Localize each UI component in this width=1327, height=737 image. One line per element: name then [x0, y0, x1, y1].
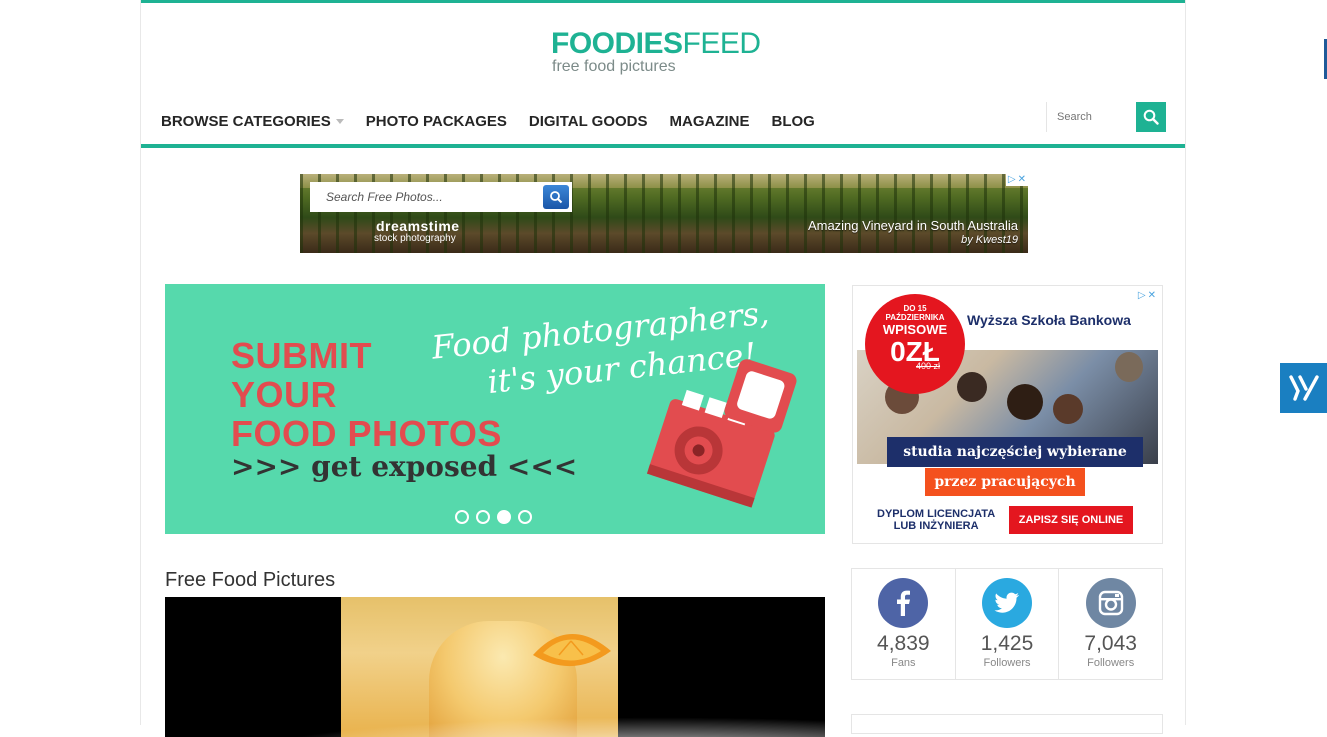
search-input[interactable] — [1046, 102, 1136, 132]
social-twitter[interactable]: 1,425 Followers — [956, 569, 1060, 679]
ad-photo-person — [1115, 352, 1143, 382]
instagram-icon — [1085, 578, 1136, 628]
floating-widget-button[interactable] — [1280, 363, 1327, 413]
badge-top: DO 15 — [903, 304, 927, 313]
camera-illustration — [646, 359, 797, 508]
ad-search-placeholder: Search Free Photos... — [326, 190, 443, 204]
instagram-count: 7,043 — [1084, 632, 1137, 655]
badge-mid: PAŹDZIERNIKA — [885, 313, 945, 322]
nav-label: MAGAZINE — [669, 112, 750, 130]
ad-caption-by: by Kwest19 — [961, 234, 1018, 246]
sidebar-ad-wsb[interactable]: DO 15 PAŹDZIERNIKA WPISOWE 0ZŁ 400 zł Wy… — [852, 285, 1163, 544]
nav-magazine[interactable]: MAGAZINE — [670, 110, 750, 132]
ad-choices[interactable]: ▷ ✕ — [1135, 290, 1158, 302]
adchoices-icon[interactable]: ▷ — [1008, 175, 1016, 185]
search-button[interactable] — [1136, 102, 1166, 132]
search-icon — [1143, 109, 1159, 125]
nav-label: BROWSE CATEGORIES — [161, 112, 331, 130]
slider-dot-1[interactable] — [455, 510, 469, 524]
logo-thin: FEED — [682, 27, 762, 60]
social-counters: 4,839 Fans 1,425 Followers 7,043 Followe… — [851, 568, 1163, 680]
search-icon — [550, 191, 563, 204]
nav-label: DIGITAL GOODS — [528, 112, 648, 130]
featured-photo[interactable] — [165, 597, 825, 737]
ad-brand-sub: stock photography — [374, 233, 456, 244]
logo-tagline: free food pictures — [552, 58, 676, 75]
ad-brand: dreamstime — [376, 218, 460, 234]
instagram-label: Followers — [1087, 657, 1135, 669]
slider-dots — [455, 510, 532, 524]
logo-bold: FOODIES — [551, 27, 683, 60]
ad-photo-person — [1007, 384, 1043, 420]
ad-search-button[interactable] — [543, 185, 569, 209]
social-instagram[interactable]: 7,043 Followers — [1059, 569, 1162, 679]
slider-subline: >>> get exposed <<< — [231, 450, 578, 483]
sidebar-panel — [851, 714, 1163, 734]
slider-dot-3[interactable] — [497, 510, 511, 524]
twitter-label: Followers — [983, 657, 1031, 669]
twitter-count: 1,425 — [980, 632, 1034, 655]
ad-school-name: Wyższa Szkoła Bankowa — [967, 312, 1131, 328]
top-accent-bar — [141, 0, 1185, 3]
nav-label: BLOG — [771, 112, 815, 130]
nav-underline — [141, 144, 1185, 148]
slider-dot-2[interactable] — [476, 510, 490, 524]
slider-headline-line: FOOD PHOTOS — [231, 413, 502, 454]
main-nav: BROWSE CATEGORIES PHOTO PACKAGES DIGITAL… — [161, 110, 815, 132]
close-icon[interactable]: ✕ — [1148, 291, 1156, 301]
ad-dyplom: DYPLOM LICENCJATA LUB INŻYNIERA — [877, 508, 995, 532]
ad-photo-person — [1053, 394, 1083, 424]
ad-dyplom-line: LUB INŻYNIERA — [893, 520, 979, 532]
featured-photo-image — [341, 597, 618, 737]
social-facebook[interactable]: 4,839 Fans — [852, 569, 956, 679]
twitter-icon — [982, 578, 1032, 628]
promo-badge: DO 15 PAŹDZIERNIKA WPISOWE 0ZŁ 400 zł — [865, 294, 965, 394]
orange-slice-icon — [533, 633, 611, 667]
facebook-count: 4,839 — [877, 632, 930, 655]
facebook-icon — [878, 578, 929, 628]
section-title: Free Food Pictures — [165, 569, 336, 591]
nav-blog[interactable]: BLOG — [772, 110, 815, 132]
ad-photo-person — [957, 372, 987, 402]
nav-label: PHOTO PACKAGES — [365, 112, 507, 130]
sidebar-ad-inner: DO 15 PAŹDZIERNIKA WPISOWE 0ZŁ 400 zł Wy… — [857, 290, 1158, 540]
nav-browse-categories[interactable]: BROWSE CATEGORIES — [161, 110, 344, 132]
nav-digital-goods[interactable]: DIGITAL GOODS — [529, 110, 648, 132]
close-icon[interactable]: ✕ — [1018, 175, 1026, 185]
slider-dot-4[interactable] — [518, 510, 532, 524]
site-logo[interactable]: FOODIESFEED free food pictures — [551, 27, 791, 75]
ad-choices[interactable]: ▷ ✕ — [1005, 174, 1028, 186]
photo-overlay-fade — [231, 717, 825, 737]
ad-band-1: studia najczęściej wybierane — [887, 437, 1143, 467]
facebook-label: Fans — [891, 657, 916, 669]
ad-banner-dreamstime[interactable]: Search Free Photos... dreamstime stock p… — [300, 174, 1028, 253]
header-search — [1046, 102, 1166, 132]
ad-dyplom-line: DYPLOM LICENCJATA — [877, 508, 996, 520]
ad-band-2: przez pracujących — [925, 468, 1085, 496]
hero-slider[interactable]: SUBMIT YOUR FOOD PHOTOS >>> get exposed … — [165, 284, 825, 534]
ad-caption-title: Amazing Vineyard in South Australia — [807, 218, 1018, 233]
chevron-down-icon — [335, 118, 344, 124]
page: FOODIESFEED free food pictures BROWSE CA… — [140, 0, 1186, 737]
badge-wpisowe: WPISOWE — [882, 322, 948, 337]
ad-search-box[interactable]: Search Free Photos... — [310, 182, 572, 212]
y-logo-icon — [1288, 375, 1319, 401]
ad-cta-button[interactable]: ZAPISZ SIĘ ONLINE — [1009, 506, 1133, 534]
ad-caption: Amazing Vineyard in South Australia by K… — [808, 219, 1018, 247]
nav-photo-packages[interactable]: PHOTO PACKAGES — [366, 110, 507, 132]
adchoices-icon[interactable]: ▷ — [1138, 291, 1146, 301]
